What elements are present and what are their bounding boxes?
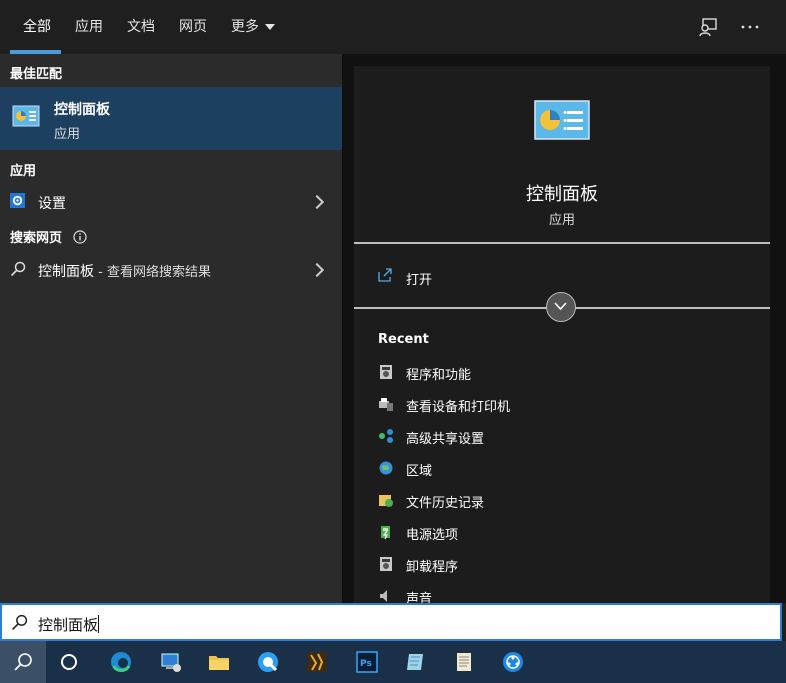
search-web-header: 搜索网页 xyxy=(10,227,87,246)
taskbar-photoshop-button[interactable]: Ps xyxy=(344,641,390,683)
recent-item-label: 声音 xyxy=(406,592,433,603)
recent-item-uninstall[interactable]: 卸载程序 xyxy=(378,548,758,580)
svg-text:Ps: Ps xyxy=(360,659,372,669)
tab-apps[interactable]: 应用 xyxy=(75,0,103,54)
tab-web[interactable]: 网页 xyxy=(179,0,207,54)
web-result-text: 控制面板 - 查看网络搜索结果 xyxy=(38,261,211,281)
sound-icon xyxy=(380,590,387,602)
taskbar-cortana-button[interactable] xyxy=(46,641,92,683)
best-match-title: 控制面板 xyxy=(54,102,110,118)
search-icon xyxy=(12,614,28,630)
chevron-right-icon xyxy=(309,194,325,210)
recent-item-region[interactable]: 区域 xyxy=(378,452,758,484)
control-panel-large-icon xyxy=(534,100,590,140)
web-result-query: 控制面板 xyxy=(38,264,94,280)
web-search-result[interactable]: 控制面板 - 查看网络搜索结果 xyxy=(0,252,342,286)
chevron-down-icon xyxy=(554,302,567,311)
browser-icon xyxy=(258,652,278,672)
taskbar: Ps xyxy=(0,641,786,683)
best-match-item[interactable]: 控制面板 应用 xyxy=(0,87,342,150)
taskbar-video-app-button[interactable] xyxy=(490,641,536,683)
recent-item-devices-printers[interactable]: 查看设备和打印机 xyxy=(378,388,758,420)
recent-item-sharing[interactable]: 高级共享设置 xyxy=(378,420,758,452)
results-pane: 最佳匹配 控制面板 应用 应用 设置 搜索网页 控制面板 - 查看网络搜索结果 xyxy=(0,54,342,603)
uninstall-icon xyxy=(380,557,392,571)
chevron-right-icon xyxy=(309,262,325,278)
search-box[interactable]: 控制面板 xyxy=(0,603,782,641)
file-history-icon xyxy=(379,495,393,507)
preview-pane: 控制面板 应用 打开 Recent 程序和功能 查看设备和打印机 高级共享设置 xyxy=(342,54,786,603)
web-result-suffix: - 查看网络搜索结果 xyxy=(94,265,211,280)
settings-label: 设置 xyxy=(38,196,66,212)
search-tabs-bar: 全部 应用 文档 网页 更多 xyxy=(0,0,786,54)
tab-more-label: 更多 xyxy=(231,19,259,35)
edge-icon xyxy=(111,652,131,672)
divider xyxy=(354,242,770,244)
best-match-subtitle: 应用 xyxy=(54,127,81,142)
text-caret xyxy=(98,615,100,633)
network-sharing-icon xyxy=(379,429,393,443)
tab-more[interactable]: 更多 xyxy=(231,0,275,54)
tab-documents[interactable]: 文档 xyxy=(127,0,155,54)
preview-title: 控制面板 xyxy=(526,184,598,205)
taskbar-notepad-button[interactable] xyxy=(441,641,487,683)
power-options-icon xyxy=(381,526,390,540)
recent-item-label: 程序和功能 xyxy=(406,368,472,383)
expand-button[interactable] xyxy=(546,292,576,322)
preview-subtitle: 应用 xyxy=(548,213,575,228)
photoshop-icon: Ps xyxy=(356,651,378,673)
cortana-icon xyxy=(61,654,77,670)
feedback-icon[interactable] xyxy=(698,17,718,37)
recent-item-label: 电源选项 xyxy=(406,528,459,543)
notebook-icon xyxy=(407,654,423,670)
settings-result[interactable]: 设置 xyxy=(0,184,342,218)
recent-header: Recent xyxy=(378,332,429,347)
devices-printers-icon xyxy=(379,398,393,411)
video-app-icon xyxy=(503,652,523,672)
recent-item-power[interactable]: 电源选项 xyxy=(378,516,758,548)
search-icon xyxy=(10,261,26,277)
taskbar-search-button[interactable] xyxy=(0,641,46,683)
control-panel-icon xyxy=(12,105,40,127)
folder-icon xyxy=(209,656,229,670)
notepad-icon xyxy=(457,653,471,671)
recent-item-label: 查看设备和打印机 xyxy=(406,400,511,415)
taskbar-remote-desktop-button[interactable] xyxy=(148,641,194,683)
more-options-icon[interactable] xyxy=(740,17,760,37)
recent-item-file-history[interactable]: 文件历史记录 xyxy=(378,484,758,516)
recent-item-sound[interactable]: 声音 xyxy=(378,580,758,603)
recent-item-label: 区域 xyxy=(406,464,433,479)
apps-header: 应用 xyxy=(10,164,37,179)
search-icon xyxy=(14,653,32,671)
preview-card: 控制面板 应用 打开 Recent 程序和功能 查看设备和打印机 高级共享设置 xyxy=(354,66,770,603)
recent-item-label: 卸载程序 xyxy=(406,560,459,575)
open-action[interactable]: 打开 xyxy=(354,262,770,294)
info-icon[interactable] xyxy=(72,230,87,244)
tab-all[interactable]: 全部 xyxy=(23,0,51,54)
region-globe-icon xyxy=(379,461,393,475)
taskbar-browser-button[interactable] xyxy=(245,641,291,683)
settings-gear-icon xyxy=(10,193,25,208)
open-label: 打开 xyxy=(406,273,433,288)
taskbar-edge-button[interactable] xyxy=(98,641,144,683)
search-web-header-label: 搜索网页 xyxy=(10,231,63,246)
best-match-header: 最佳匹配 xyxy=(10,67,63,82)
taskbar-game-button[interactable] xyxy=(294,641,340,683)
remote-desktop-icon xyxy=(161,653,181,672)
open-icon xyxy=(378,268,392,282)
game-icon xyxy=(307,652,327,672)
search-input-value: 控制面板 xyxy=(38,616,99,634)
chevron-down-icon xyxy=(265,24,275,30)
recent-item-label: 高级共享设置 xyxy=(406,432,485,447)
search-input[interactable]: 控制面板 xyxy=(38,614,100,635)
taskbar-app-button[interactable] xyxy=(393,641,439,683)
taskbar-file-explorer-button[interactable] xyxy=(196,641,242,683)
recent-item-label: 文件历史记录 xyxy=(406,496,485,511)
programs-icon xyxy=(380,365,392,379)
recent-item-programs[interactable]: 程序和功能 xyxy=(378,356,758,388)
